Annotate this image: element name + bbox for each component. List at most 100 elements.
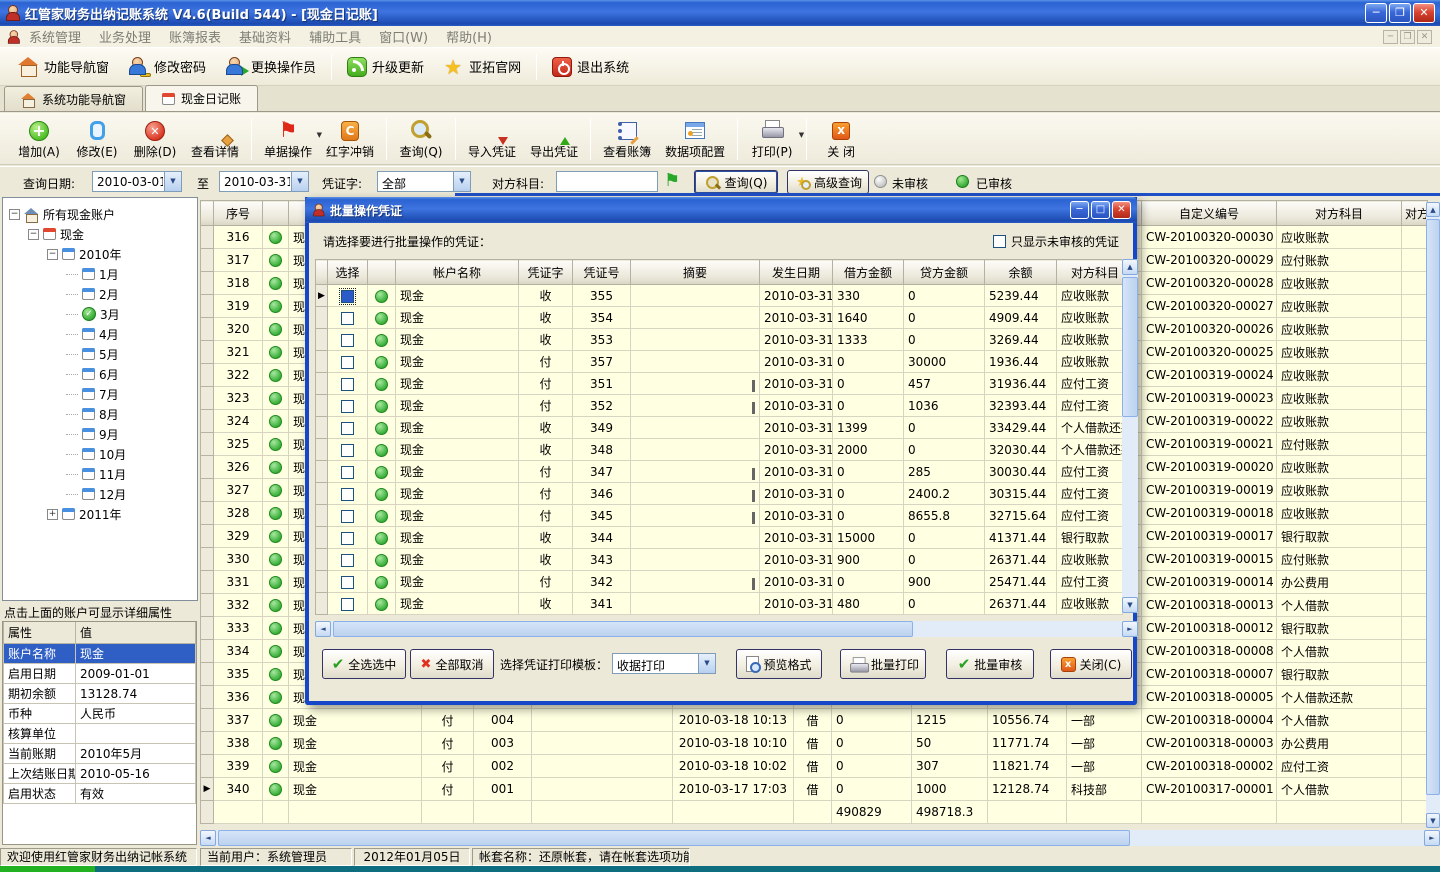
row-selector[interactable] (201, 295, 214, 318)
column-header[interactable]: 对方 (1402, 201, 1428, 226)
checkbox-icon[interactable] (341, 356, 354, 369)
voucher-row[interactable]: 现金收3542010-03-31164004909.44应收账款 (316, 307, 1123, 329)
menu-item-3[interactable]: 基础资料 (230, 27, 300, 46)
row-selector[interactable] (316, 549, 328, 571)
row-selector[interactable] (316, 351, 328, 373)
column-header[interactable]: 借方金额 (833, 260, 904, 285)
select-cell[interactable] (328, 549, 368, 571)
query-button[interactable]: 查询(Q) (694, 170, 778, 194)
row-selector[interactable] (201, 387, 214, 410)
red-reverse-button[interactable]: 红字冲销 (319, 116, 381, 162)
row-selector[interactable] (316, 571, 328, 593)
tree-node-9月[interactable]: 9月 (3, 424, 197, 444)
voucher-row[interactable]: 现金收3442010-03-3115000041371.44银行取款 (316, 527, 1123, 549)
checkbox-icon[interactable] (341, 334, 354, 347)
only-unapproved-checkbox-group[interactable]: 只显示未审核的凭证 (993, 233, 1119, 250)
flag-icon[interactable]: ⚑ (664, 171, 680, 191)
collapse-icon[interactable]: − (47, 249, 58, 260)
column-header[interactable]: 自定义编号 (1142, 201, 1277, 226)
doc-ops-button[interactable]: 单据操作▼ (257, 116, 319, 162)
row-selector[interactable] (201, 502, 214, 525)
property-row[interactable]: 账户名称现金 (4, 644, 196, 664)
voucher-row[interactable]: 现金收3412010-03-31480026371.44应收账款 (316, 593, 1123, 615)
select-cell[interactable] (328, 439, 368, 461)
row-selector[interactable] (201, 341, 214, 364)
collapse-icon[interactable]: − (9, 209, 20, 220)
preview-format-button[interactable]: 预览格式 (736, 649, 822, 679)
select-cell[interactable] (328, 483, 368, 505)
tab-nav-home[interactable]: 系统功能导航窗 (4, 86, 143, 111)
column-header[interactable] (368, 260, 396, 285)
menu-item-1[interactable]: 业务处理 (90, 27, 160, 46)
column-header[interactable]: 对方科目 (1277, 201, 1402, 226)
voucher-row[interactable]: 现金付3422010-03-31090025471.44应付工资 (316, 571, 1123, 593)
chevron-down-icon[interactable]: ▼ (291, 172, 308, 191)
collapse-icon[interactable]: − (28, 229, 39, 240)
add-button[interactable]: 增加(A) (10, 116, 68, 162)
select-cell[interactable] (328, 373, 368, 395)
dialog-close-button[interactable]: x 关闭(C) (1050, 649, 1132, 679)
row-selector[interactable]: ▶ (201, 778, 214, 801)
column-header[interactable]: 选择 (328, 260, 368, 285)
tree-node-5月[interactable]: 5月 (3, 344, 197, 364)
update-button[interactable]: 升级更新 (338, 52, 433, 82)
checkbox-icon[interactable] (341, 422, 354, 435)
voucher-row[interactable]: 现金付3472010-03-31028530030.44应付工资 (316, 461, 1123, 483)
search-button[interactable]: 查询(Q) (392, 116, 450, 162)
row-selector[interactable] (201, 433, 214, 456)
menu-item-2[interactable]: 账簿报表 (160, 27, 230, 46)
voucher-type-combo[interactable]: 全部 ▼ (377, 171, 471, 192)
row-selector[interactable] (201, 364, 214, 387)
exit-button[interactable]: 退出系统 (543, 52, 638, 82)
voucher-row[interactable]: 现金付3572010-03-310300001936.44应收账款 (316, 351, 1123, 373)
expand-icon[interactable]: + (47, 509, 58, 520)
date-to-combo[interactable]: 2010-03-31 ▼ (219, 171, 309, 192)
row-selector[interactable] (201, 548, 214, 571)
checkbox-icon[interactable] (341, 576, 354, 589)
row-selector[interactable] (316, 483, 328, 505)
select-cell[interactable] (328, 461, 368, 483)
row-selector[interactable] (201, 525, 214, 548)
voucher-row[interactable]: 现金付3512010-03-31045731936.44应付工资 (316, 373, 1123, 395)
edit-button[interactable]: 修改(E) (68, 116, 126, 162)
export-button[interactable]: 导出凭证 (523, 116, 585, 162)
dialog-maximize-button[interactable]: □ (1091, 201, 1110, 219)
select-cell[interactable] (328, 571, 368, 593)
column-header[interactable]: 发生日期 (760, 260, 833, 285)
row-selector[interactable] (201, 571, 214, 594)
row-selector[interactable] (201, 663, 214, 686)
checkbox-icon[interactable] (341, 378, 354, 391)
mdi-minimize-button[interactable]: ─ (1383, 30, 1398, 44)
close-button[interactable]: ✕ (1413, 3, 1435, 23)
batch-approve-button[interactable]: ✔ 批量审核 (946, 649, 1034, 679)
date-from-combo[interactable]: 2010-03-01 ▼ (92, 171, 182, 192)
column-header[interactable]: 对方科目 (1057, 260, 1123, 285)
delete-button[interactable]: 删除(D) (126, 116, 184, 162)
nav-button[interactable]: 功能导航窗 (8, 52, 118, 82)
scroll-left-icon[interactable]: ◄ (200, 830, 216, 846)
scroll-up-icon[interactable]: ▲ (1122, 259, 1138, 275)
dropdown-arrow-icon[interactable]: ▼ (799, 131, 804, 139)
column-header[interactable] (263, 201, 289, 226)
website-button[interactable]: 亚拓官网 (433, 52, 530, 82)
tree-node-2010年[interactable]: −2010年 (3, 244, 197, 264)
import-button[interactable]: 导入凭证 (461, 116, 523, 162)
tree-node-2011年[interactable]: +2011年 (3, 504, 197, 524)
scroll-down-icon[interactable]: ▼ (1426, 813, 1440, 828)
checkbox-icon[interactable] (993, 235, 1006, 248)
row-selector[interactable] (201, 640, 214, 663)
print-template-combo[interactable]: 收据打印 ▼ (612, 653, 716, 674)
voucher-row[interactable]: 现金收3482010-03-312000032030.44个人借款还款 (316, 439, 1123, 461)
hscroll-thumb[interactable] (218, 830, 1130, 846)
book-button[interactable]: 查看账簿 (596, 116, 658, 162)
column-header[interactable] (316, 260, 328, 285)
voucher-row[interactable]: ▶现金收3552010-03-3133005239.44应收账款 (316, 285, 1123, 307)
vscroll-thumb[interactable] (1426, 219, 1440, 795)
tree-node-现金[interactable]: −现金 (3, 224, 197, 244)
row-selector[interactable] (316, 527, 328, 549)
main-hscrollbar[interactable]: ◄ ► (200, 830, 1440, 846)
checkbox-icon[interactable] (341, 488, 354, 501)
row-selector[interactable] (201, 456, 214, 479)
checkbox-icon[interactable] (341, 510, 354, 523)
select-cell[interactable] (328, 593, 368, 615)
